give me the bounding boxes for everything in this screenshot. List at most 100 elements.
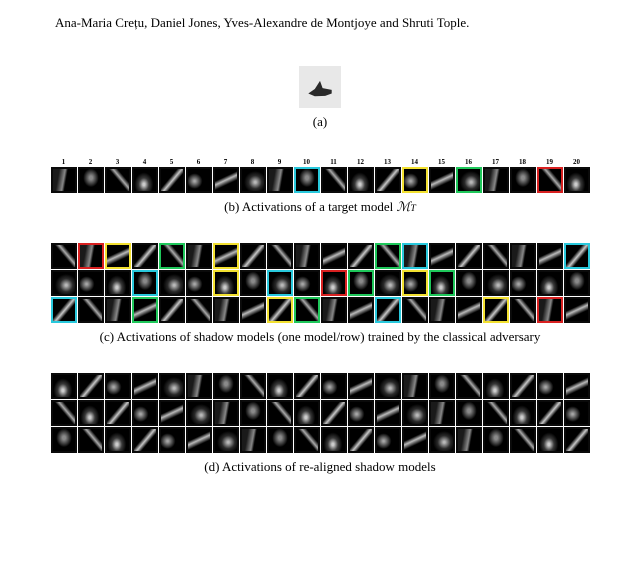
activation-texture — [134, 402, 156, 424]
column-number: 20 — [573, 158, 580, 166]
activation-texture — [377, 429, 399, 451]
activation-texture — [350, 375, 372, 397]
activation-cell — [78, 243, 104, 269]
activation-cell — [51, 167, 77, 193]
activation-cell — [510, 297, 536, 323]
activation-cell — [132, 297, 158, 323]
activation-texture — [323, 245, 345, 267]
subfigure-c: (c) Activations of shadow models (one mo… — [25, 243, 615, 345]
activation-texture — [107, 299, 129, 321]
activation-texture — [188, 402, 210, 424]
activation-cell — [78, 297, 104, 323]
activation-cell — [483, 373, 509, 399]
column-number: 7 — [224, 158, 228, 166]
column-number: 18 — [519, 158, 526, 166]
activation-texture — [431, 169, 453, 191]
activation-cell — [456, 400, 482, 426]
activation-cell — [294, 270, 320, 296]
activation-texture — [188, 299, 210, 321]
caption-b: (b) Activations of a target model ℳT — [25, 199, 615, 215]
activation-cell — [51, 373, 77, 399]
caption-a: (a) — [25, 114, 615, 130]
activation-texture — [404, 429, 426, 451]
activation-cell — [267, 243, 293, 269]
activation-texture — [242, 299, 264, 321]
activation-cell — [321, 167, 347, 193]
activation-texture — [296, 375, 318, 397]
activation-texture — [80, 429, 102, 451]
activation-texture — [215, 375, 237, 397]
activation-cell — [537, 427, 563, 453]
activation-texture — [350, 272, 372, 294]
activation-cell — [456, 270, 482, 296]
activation-cell — [402, 373, 428, 399]
activation-cell — [132, 373, 158, 399]
column-number: 14 — [411, 158, 418, 166]
activation-texture — [53, 299, 75, 321]
activation-texture — [485, 169, 507, 191]
activation-cell — [213, 270, 239, 296]
activation-cell — [321, 243, 347, 269]
activation-cell — [429, 243, 455, 269]
activation-cell — [294, 427, 320, 453]
activation-texture — [458, 245, 480, 267]
activation-cell — [348, 243, 374, 269]
activation-texture — [512, 272, 534, 294]
activation-col: 6 — [186, 158, 212, 193]
activation-cell — [564, 373, 590, 399]
activation-col: 5 — [159, 158, 185, 193]
activation-texture — [215, 245, 237, 267]
activation-texture — [404, 272, 426, 294]
column-number: 10 — [303, 158, 310, 166]
activation-cell — [213, 167, 239, 193]
activation-texture — [107, 402, 129, 424]
activation-texture — [107, 375, 129, 397]
activation-cell — [186, 243, 212, 269]
activation-texture — [377, 299, 399, 321]
activation-cell — [375, 373, 401, 399]
activation-cell — [186, 400, 212, 426]
activation-cell — [267, 373, 293, 399]
activation-texture — [431, 429, 453, 451]
activation-texture — [404, 299, 426, 321]
activation-cell — [132, 243, 158, 269]
activation-cell — [51, 270, 77, 296]
activation-cell — [564, 427, 590, 453]
activation-row — [25, 427, 615, 453]
activation-cell — [240, 373, 266, 399]
caption-d: (d) Activations of re-aligned shadow mod… — [25, 459, 615, 475]
activation-col: 8 — [240, 158, 266, 193]
activation-texture — [431, 402, 453, 424]
activation-cell — [294, 243, 320, 269]
activation-texture — [269, 245, 291, 267]
activation-texture — [296, 169, 318, 191]
activation-texture — [161, 169, 183, 191]
activation-texture — [458, 272, 480, 294]
activation-cell — [294, 297, 320, 323]
activation-texture — [296, 245, 318, 267]
subfigure-d: (d) Activations of re-aligned shadow mod… — [25, 373, 615, 475]
activation-texture — [242, 402, 264, 424]
activation-texture — [161, 375, 183, 397]
activation-texture — [269, 375, 291, 397]
activation-cell — [321, 373, 347, 399]
column-number: 12 — [357, 158, 364, 166]
activation-cell — [159, 167, 185, 193]
activation-texture — [215, 299, 237, 321]
activation-cell — [375, 400, 401, 426]
activation-texture — [512, 169, 534, 191]
activation-cell — [186, 373, 212, 399]
activation-cell — [321, 297, 347, 323]
activation-cell — [456, 373, 482, 399]
activation-cell — [402, 270, 428, 296]
activation-cell — [132, 167, 158, 193]
activation-cell — [402, 400, 428, 426]
activation-texture — [539, 299, 561, 321]
activation-texture — [431, 299, 453, 321]
activation-cell — [348, 373, 374, 399]
activation-cell — [321, 270, 347, 296]
activation-cell — [456, 243, 482, 269]
activation-texture — [242, 375, 264, 397]
column-number: 15 — [438, 158, 445, 166]
activation-cell — [510, 243, 536, 269]
